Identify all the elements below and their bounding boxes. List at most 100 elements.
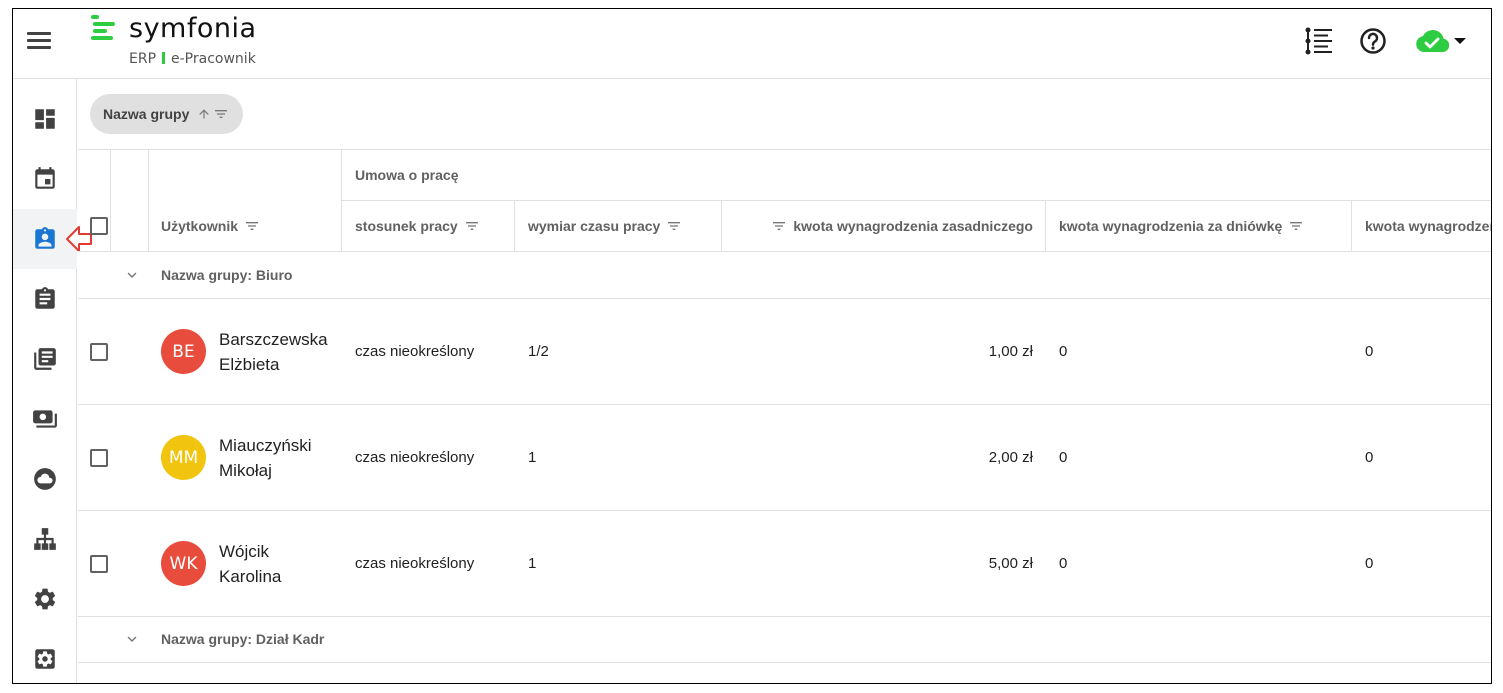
sidebar-item-payroll[interactable]	[13, 389, 77, 449]
row-checkbox-box[interactable]	[90, 554, 108, 573]
employee-badge-icon	[35, 227, 55, 249]
working-time-cell: 1	[528, 449, 537, 466]
brand-sub-right: e-Pracownik	[171, 51, 256, 67]
user-name: Wójcik Karolina	[219, 539, 281, 589]
daily-salary-cell: 0	[1059, 555, 1068, 572]
filter-icon[interactable]	[213, 106, 229, 122]
avatar: WK	[161, 541, 206, 586]
cloud-done-icon	[1416, 30, 1449, 52]
user-name-line2: Mikołaj	[219, 460, 272, 480]
sidebar-item-calendar[interactable]	[13, 149, 77, 209]
base-salary-cell: 2,00 zł	[988, 449, 1033, 466]
column-header-user-label: Użytkownik	[161, 218, 239, 234]
select-all-checkbox-box[interactable]	[90, 217, 108, 235]
column-header-next-label: kwota wynagrodzenia	[1365, 218, 1491, 234]
sidebar-item-tasks[interactable]	[13, 269, 77, 329]
user-cell[interactable]: BE Barszczewska Elżbieta	[161, 299, 328, 404]
group-label: Nazwa grupy: Biuro	[161, 267, 293, 283]
row-checkbox-box[interactable]	[90, 342, 108, 361]
expand-chevron[interactable]	[124, 252, 140, 298]
documents-icon	[34, 348, 56, 370]
user-name-line2: Karolina	[219, 566, 282, 586]
row-checkbox[interactable]	[90, 405, 108, 510]
user-cell[interactable]: MM Miauczyński Mikołaj	[161, 405, 312, 510]
column-header-daily-salary-label: kwota wynagrodzenia za dniówkę	[1059, 218, 1283, 234]
user-cell[interactable]: WK Wójcik Karolina	[161, 511, 281, 616]
column-header-next[interactable]: kwota wynagrodzenia	[1365, 201, 1491, 251]
select-all-checkbox[interactable]	[90, 217, 108, 235]
brand-sub-left: ERP	[129, 51, 157, 67]
menu-icon[interactable]	[27, 29, 53, 53]
user-name-line1: Miauczyński	[219, 435, 312, 455]
employment-cell: czas nieokreślony	[355, 555, 475, 572]
brand-name: symfonia	[129, 13, 257, 44]
working-time-cell: 1/2	[528, 343, 549, 360]
column-header-employment[interactable]: stosunek pracy	[355, 201, 480, 251]
list-view-icon[interactable]	[1303, 25, 1335, 57]
filter-icon[interactable]	[771, 218, 787, 234]
top-actions	[1303, 25, 1471, 57]
column-header-employment-label: stosunek pracy	[355, 218, 458, 234]
payments-icon	[33, 410, 57, 428]
dashboard-icon	[35, 109, 55, 129]
next-cell: 0	[1365, 343, 1374, 360]
sidebar	[13, 79, 77, 683]
top-bar: symfonia ERP e-Pracownik	[13, 9, 1491, 79]
daily-salary-cell: 0	[1059, 343, 1068, 360]
next-cell: 0	[1365, 449, 1374, 466]
expand-chevron[interactable]	[124, 616, 140, 662]
sidebar-item-cloud[interactable]	[13, 449, 77, 509]
user-name: Miauczyński Mikołaj	[219, 433, 312, 483]
column-header-daily-salary[interactable]: kwota wynagrodzenia za dniówkę	[1059, 201, 1304, 251]
base-salary-cell: 5,00 zł	[988, 555, 1033, 572]
brand-subtitle: ERP e-Pracownik	[129, 51, 256, 67]
group-by-chip[interactable]: Nazwa grupy	[90, 94, 244, 134]
sync-status-dropdown[interactable]	[1411, 25, 1471, 57]
sidebar-item-admin-settings[interactable]	[13, 629, 77, 683]
user-name-line1: Wójcik	[219, 541, 270, 561]
org-chart-icon	[34, 528, 56, 550]
user-name-line1: Barszczewska	[219, 329, 328, 349]
avatar: MM	[161, 435, 206, 480]
column-header-working-time-label: wymiar czasu pracy	[528, 218, 661, 234]
filter-icon[interactable]	[244, 218, 260, 234]
working-time-cell: 1	[528, 555, 537, 572]
user-name-line2: Elżbieta	[219, 354, 280, 374]
group-by-chip-label: Nazwa grupy	[103, 106, 190, 122]
chevron-down-icon[interactable]	[124, 267, 140, 283]
row-checkbox[interactable]	[90, 299, 108, 404]
chevron-down-icon[interactable]	[124, 631, 140, 647]
next-cell: 0	[1365, 555, 1374, 572]
brand-mark-icon	[89, 13, 117, 43]
user-name: Barszczewska Elżbieta	[219, 327, 328, 377]
main-content: Nazwa grupy Umowa o pracę Użytkownik sto…	[78, 79, 1491, 683]
column-header-working-time[interactable]: wymiar czasu pracy	[528, 201, 682, 251]
employment-cell: czas nieokreślony	[355, 343, 475, 360]
column-header-base-salary[interactable]: kwota wynagrodzenia zasadniczego	[721, 201, 1033, 251]
employment-cell: czas nieokreślony	[355, 449, 475, 466]
employees-table: Umowa o pracę Użytkownik stosunek pracy …	[78, 149, 1491, 663]
base-salary-cell: 1,00 zł	[988, 343, 1033, 360]
header-group-employment-contract: Umowa o pracę	[355, 167, 459, 183]
caret-down-icon	[1454, 38, 1466, 44]
sidebar-item-dashboard[interactable]	[13, 89, 77, 149]
sidebar-item-structure[interactable]	[13, 509, 77, 569]
filter-icon[interactable]	[1288, 218, 1304, 234]
filter-icon[interactable]	[666, 218, 682, 234]
app-window: symfonia ERP e-Pracownik Nazwa grupy Umo…	[12, 8, 1492, 684]
filter-icon[interactable]	[464, 218, 480, 234]
help-icon[interactable]	[1357, 25, 1389, 57]
daily-salary-cell: 0	[1059, 449, 1068, 466]
sidebar-item-settings[interactable]	[13, 569, 77, 629]
settings-icon	[34, 588, 56, 610]
sort-ascending-icon[interactable]	[197, 107, 211, 121]
calendar-icon	[35, 167, 55, 189]
clipboard-icon	[35, 287, 55, 309]
column-header-base-salary-label: kwota wynagrodzenia zasadniczego	[793, 218, 1033, 234]
cloud-icon	[34, 468, 56, 490]
column-header-user[interactable]: Użytkownik	[161, 201, 260, 251]
row-checkbox[interactable]	[90, 511, 108, 616]
row-checkbox-box[interactable]	[90, 448, 108, 467]
admin-settings-icon	[35, 649, 55, 669]
sidebar-item-documents[interactable]	[13, 329, 77, 389]
